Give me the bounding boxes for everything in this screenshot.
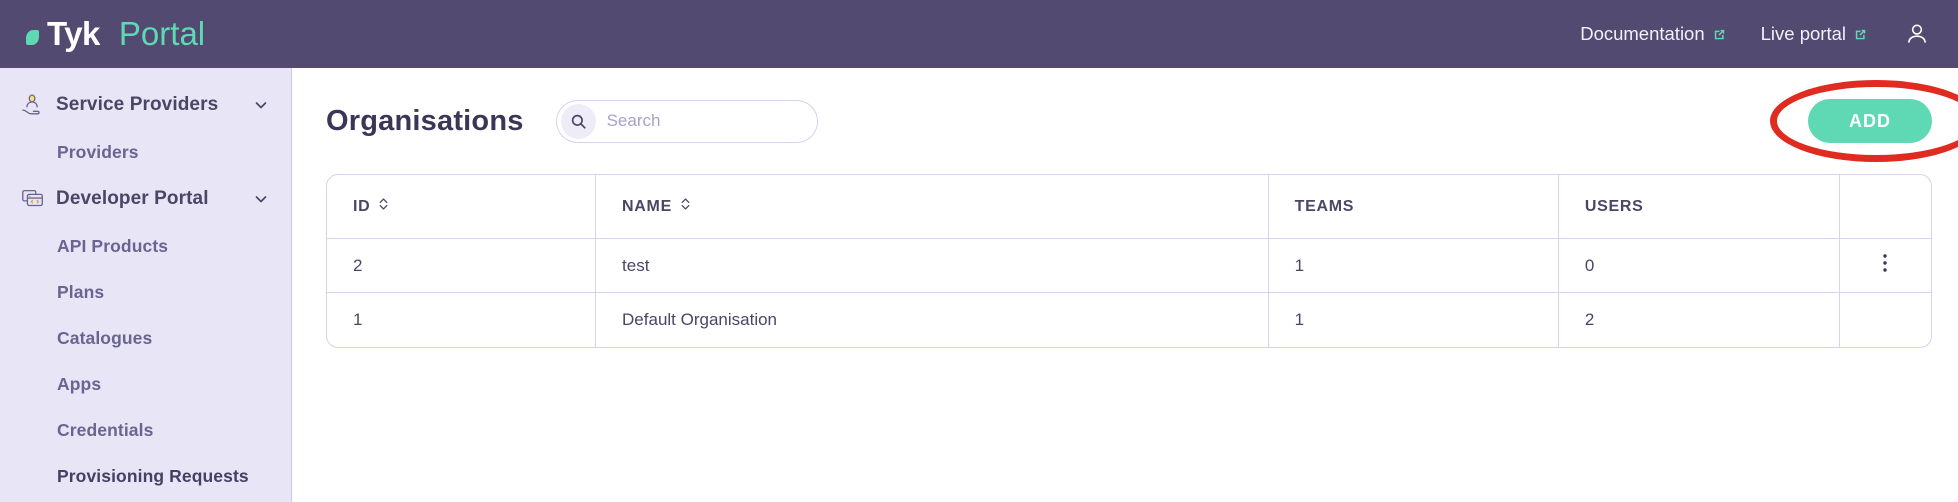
sidebar-group-label: Developer Portal [56, 188, 209, 209]
sidebar-item-label: Apps [57, 373, 102, 394]
sidebar-item-label: Catalogues [57, 327, 153, 348]
cell-teams: 1 [1268, 292, 1559, 347]
nav-documentation[interactable]: Documentation [1580, 23, 1726, 45]
add-button[interactable]: ADD [1808, 99, 1932, 143]
add-button-wrap: ADD [1770, 80, 1958, 162]
sidebar-item-providers[interactable]: Providers [0, 129, 291, 175]
column-label: TEAMS [1294, 197, 1355, 215]
external-link-icon [1712, 27, 1727, 42]
chevron-down-icon[interactable] [253, 191, 269, 207]
sidebar-group-developer-portal[interactable]: Developer Portal [0, 175, 291, 223]
sidebar-group-label: Service Providers [56, 94, 219, 115]
cell-users: 0 [1558, 238, 1840, 293]
sidebar-item-catalogues[interactable]: Catalogues [0, 315, 291, 361]
table: ID NAME TEAMS USERS 2 test 1 0 1 Default… [327, 175, 1931, 347]
cell-users: 2 [1558, 292, 1840, 347]
column-header-id[interactable]: ID [327, 175, 597, 239]
cell-actions [1839, 238, 1931, 293]
cell-name: test [595, 238, 1269, 293]
sidebar-group-service-providers[interactable]: Service Providers [0, 81, 291, 129]
developer-portal-icon [20, 186, 52, 212]
column-label: USERS [1584, 197, 1644, 215]
cell-name: Default Organisation [595, 292, 1269, 347]
table-row[interactable]: 2 test 1 0 [327, 238, 1931, 293]
search-box[interactable] [555, 99, 818, 143]
column-header-name[interactable]: NAME [595, 175, 1269, 239]
service-providers-icon [20, 92, 52, 118]
sidebar-item-label: Provisioning Requests [57, 465, 249, 486]
brand-logo[interactable]: Tyk Portal [26, 15, 205, 53]
column-label: ID [353, 197, 371, 215]
sort-chevrons-icon[interactable] [680, 197, 691, 216]
leaf-dot-icon [26, 29, 39, 45]
main-content: Organisations ADD [292, 68, 1958, 502]
sidebar-item-provisioning-requests[interactable]: Provisioning Requests [0, 453, 291, 499]
sidebar-item-label: API Products [57, 235, 169, 256]
sidebar: Service Providers Providers Developer Po… [0, 68, 292, 502]
search-input[interactable] [606, 111, 787, 131]
table-row[interactable]: 1 Default Organisation 1 2 [327, 292, 1931, 347]
sidebar-item-apps[interactable]: Apps [0, 361, 291, 407]
table-head: ID NAME TEAMS USERS [327, 175, 1931, 239]
column-header-users: USERS [1558, 175, 1840, 239]
search-icon [560, 103, 596, 139]
portal-app: Tyk Portal Documentation Live portal Ser… [0, 0, 1958, 502]
brand-name: Tyk [47, 15, 100, 52]
sidebar-item-label: Credentials [57, 419, 154, 440]
cell-id: 2 [327, 238, 597, 293]
column-label: NAME [622, 197, 672, 215]
organisations-table: ID NAME TEAMS USERS 2 test 1 0 1 Default… [326, 174, 1932, 348]
cell-teams: 1 [1268, 238, 1559, 293]
sort-chevrons-icon[interactable] [378, 197, 389, 216]
brand-product: Portal [118, 15, 206, 52]
nav-live-portal-label: Live portal [1760, 23, 1846, 44]
sidebar-item-plans[interactable]: Plans [0, 269, 291, 315]
sidebar-item-label: Plans [57, 281, 105, 302]
body: Service Providers Providers Developer Po… [0, 68, 1958, 502]
sidebar-item-label: Providers [57, 141, 139, 162]
cell-id: 1 [327, 292, 597, 347]
cell-actions [1839, 293, 1931, 347]
sidebar-item-api-products[interactable]: API Products [0, 223, 291, 269]
column-header-teams: TEAMS [1268, 175, 1559, 239]
chevron-down-icon[interactable] [253, 97, 269, 113]
page-header: Organisations ADD [326, 68, 1958, 174]
top-nav: Documentation Live portal [1580, 21, 1930, 47]
nav-live-portal[interactable]: Live portal [1761, 23, 1868, 45]
column-header-actions [1839, 175, 1931, 239]
external-link-icon [1853, 27, 1868, 42]
table-body: 2 test 1 0 1 Default Organisation 1 2 [327, 238, 1931, 347]
table-header-row: ID NAME TEAMS USERS [327, 175, 1931, 239]
sidebar-item-credentials[interactable]: Credentials [0, 407, 291, 453]
nav-documentation-label: Documentation [1580, 23, 1705, 44]
kebab-menu-icon[interactable] [1882, 252, 1888, 274]
page-title: Organisations [326, 104, 524, 137]
user-avatar-icon[interactable] [1904, 21, 1930, 47]
top-bar: Tyk Portal Documentation Live portal [0, 0, 1958, 68]
